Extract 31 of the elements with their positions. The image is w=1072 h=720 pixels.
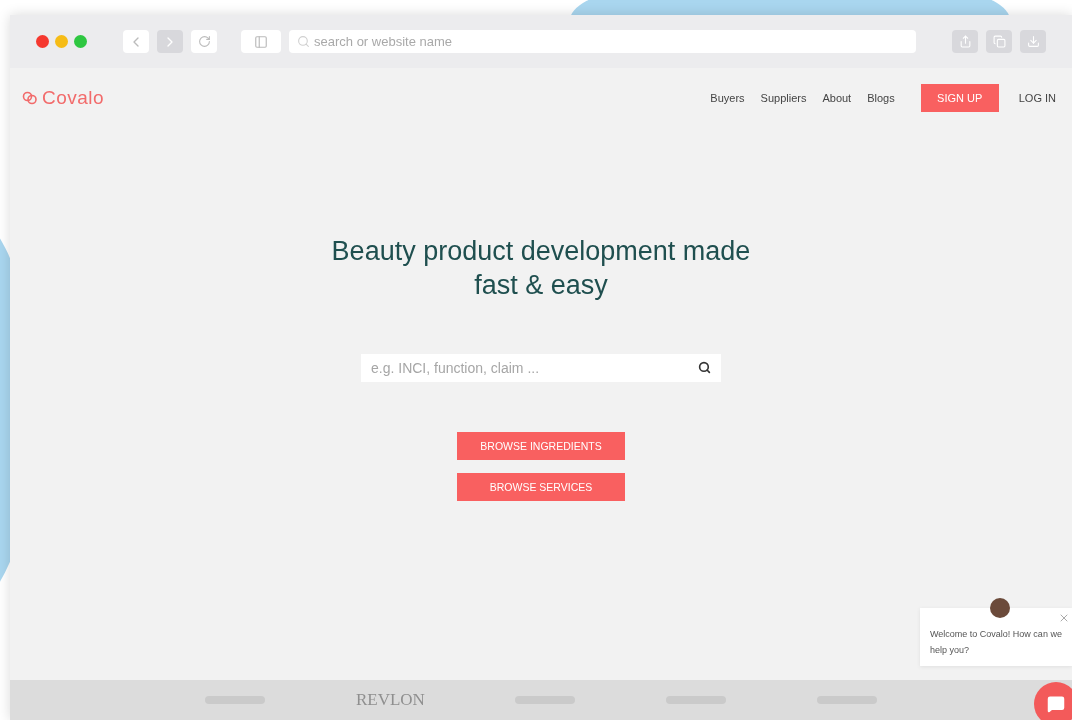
forward-button[interactable]	[157, 30, 183, 53]
sidebar-button[interactable]	[241, 30, 281, 53]
close-dot-icon[interactable]	[36, 35, 49, 48]
nav-link[interactable]: Suppliers	[760, 92, 807, 104]
copy-icon	[992, 35, 1006, 48]
share-button[interactable]	[952, 30, 978, 53]
search-icon	[297, 35, 310, 48]
search-field[interactable]: e.g. INCI, function, claim ...	[361, 354, 721, 382]
back-button[interactable]	[123, 30, 149, 53]
tabs-button[interactable]	[986, 30, 1012, 53]
download-button[interactable]	[1020, 30, 1046, 53]
chat-icon	[1047, 695, 1065, 713]
sidebar-icon	[254, 34, 268, 49]
maximize-dot-icon[interactable]	[74, 35, 87, 48]
search-icon	[698, 361, 711, 374]
share-icon	[958, 35, 972, 48]
chat-message: Welcome to Covalo! How can we help you?	[930, 629, 1062, 655]
rings-logo-icon	[22, 91, 38, 105]
close-icon[interactable]	[1058, 612, 1070, 624]
nav-link[interactable]: Buyers	[710, 92, 745, 104]
login-link[interactable]: LOG IN	[1018, 92, 1056, 104]
brand-logo: REVLON	[355, 690, 425, 710]
nav-link[interactable]: Blogs	[867, 92, 895, 104]
minimize-dot-icon[interactable]	[55, 35, 68, 48]
reload-icon	[197, 35, 211, 48]
nav-link[interactable]: About	[822, 92, 852, 104]
download-icon	[1026, 35, 1040, 48]
address-placeholder: search or website name	[314, 34, 452, 49]
reload-button[interactable]	[191, 30, 217, 53]
hero-title: Beauty product development made fast & easy	[330, 235, 752, 302]
avatar-icon	[990, 598, 1010, 618]
